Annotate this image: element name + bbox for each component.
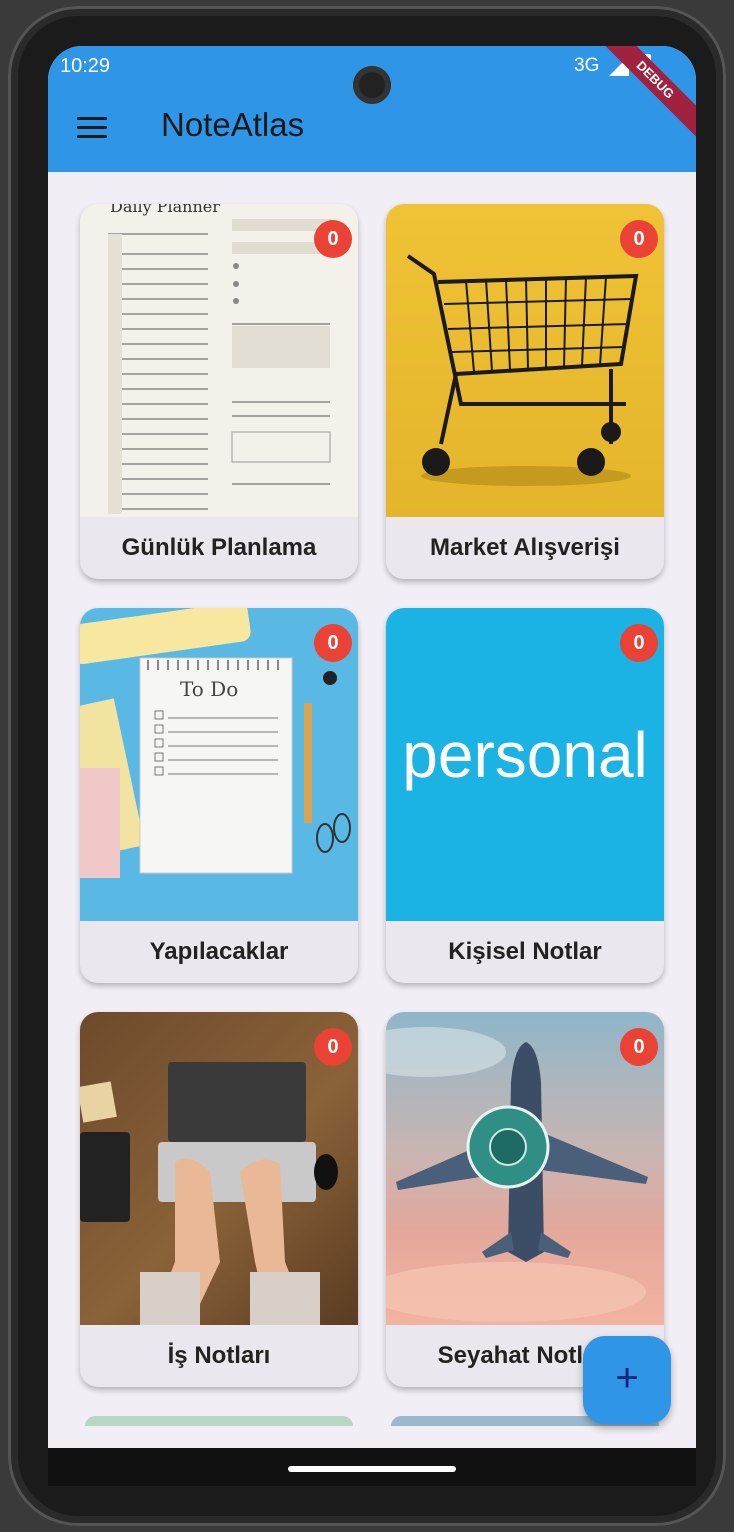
category-label: Kişisel Notlar [448,938,602,965]
note-count-badge: 0 [314,220,352,258]
add-category-button[interactable]: + [583,1336,671,1424]
category-card-partial[interactable] [85,1416,353,1426]
category-label: İş Notları [167,1342,271,1369]
system-navigation-bar [48,1448,696,1486]
category-card-travel[interactable]: 0 Seyahat Notları [386,1012,664,1387]
note-count-badge: 0 [314,1028,352,1066]
category-label: Yapılacaklar [149,938,289,965]
network-type: 3G [574,55,600,76]
home-gesture-bar[interactable] [288,1466,456,1472]
front-camera [353,66,391,104]
plus-icon: + [615,1356,639,1400]
category-card-work[interactable]: 0 İş Notları [80,1012,358,1387]
status-time: 10:29 [60,55,111,77]
laptop-typing-image [80,1012,358,1325]
todo-heading: To Do [180,677,238,701]
category-card-todo[interactable]: To Do 0 Yapılacaklar [80,608,358,983]
app-bar: 10:29 3G DEBUG NoteAtlas [48,46,696,172]
todo-notepad-image: To Do [80,608,358,921]
airplane-image [386,1012,664,1325]
category-label: Market Alışverişi [430,534,620,561]
app-screen: 10:29 3G DEBUG NoteAtlas Daily Planner 0… [48,46,696,1486]
phone-frame: 10:29 3G DEBUG NoteAtlas Daily Planner 0… [8,6,726,1526]
note-count-badge: 0 [620,220,658,258]
note-count-badge: 0 [620,1028,658,1066]
category-card-daily-planning[interactable]: Daily Planner 0 Günlük Planlama [80,204,358,579]
shopping-cart-image [386,204,664,517]
planner-heading: Daily Planner [110,204,220,216]
personal-image-text: personal [402,719,648,791]
personal-image: personal [386,608,664,921]
hamburger-menu-icon[interactable] [77,117,107,139]
category-card-personal[interactable]: personal 0 Kişisel Notlar [386,608,664,983]
category-label: Günlük Planlama [121,534,317,561]
note-count-badge: 0 [314,624,352,662]
daily-planner-image: Daily Planner [80,204,358,517]
category-card-shopping[interactable]: 0 Market Alışverişi [386,204,664,579]
app-title: NoteAtlas [161,106,305,143]
note-count-badge: 0 [620,624,658,662]
